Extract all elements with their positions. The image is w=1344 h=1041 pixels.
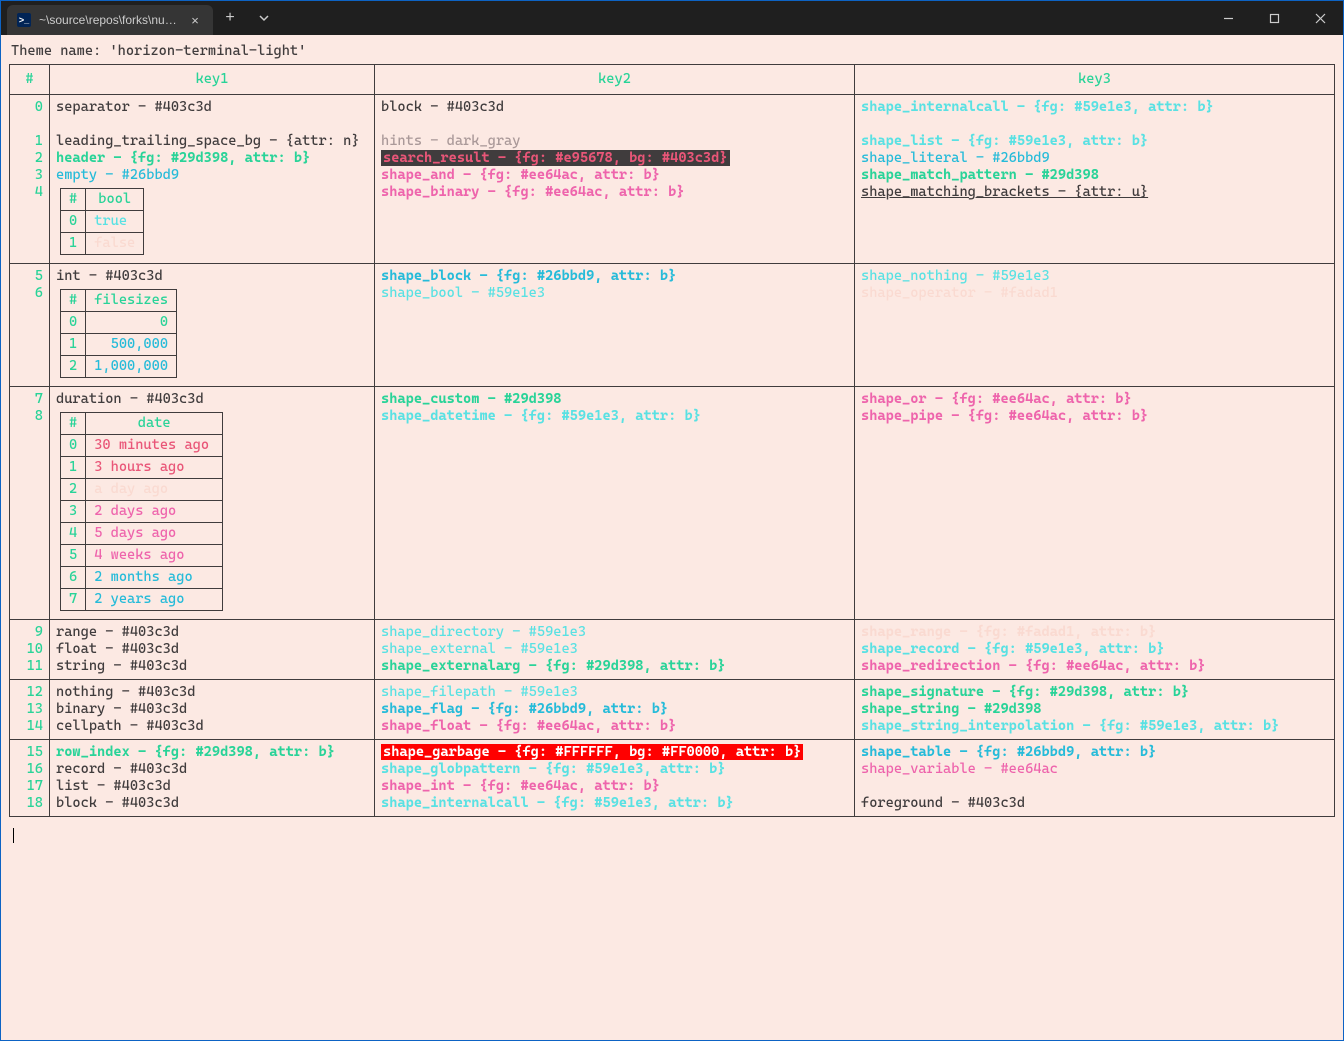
tab-close-button[interactable]: × [187, 12, 203, 28]
theme-table: # key1 key2 key3 0 1 2 3 [9, 64, 1335, 817]
close-icon [1315, 13, 1326, 24]
table-row: 15 16 17 18 row_index - {fg: #29d398, at… [10, 740, 1335, 817]
theme-name-line: Theme name: 'horizon-terminal-light' [11, 43, 1335, 60]
prompt-line[interactable] [13, 827, 1335, 844]
table-row: 9 10 11 range - #403c3d float - #403c3d … [10, 620, 1335, 680]
bool-table: #bool 0true 1false [60, 188, 144, 255]
table-row: 0 1 2 3 4 separator - #403c3d leadin [10, 95, 1335, 264]
header-num: # [10, 65, 50, 95]
close-button[interactable] [1297, 1, 1343, 35]
titlebar[interactable]: >_ ~\source\repos\forks\nu_scrip × + [1, 1, 1343, 35]
maximize-icon [1269, 13, 1280, 24]
chevron-down-icon [259, 13, 269, 23]
tab-active[interactable]: >_ ~\source\repos\forks\nu_scrip × [7, 5, 213, 35]
table-row: 12 13 14 nothing - #403c3d binary - #403… [10, 680, 1335, 740]
header-key2: key2 [375, 65, 855, 95]
terminal-window: >_ ~\source\repos\forks\nu_scrip × + The… [0, 0, 1344, 1041]
table-row: 5 6 int - #403c3d #filesizes 00 1500,0 [10, 264, 1335, 387]
titlebar-drag-region[interactable] [281, 1, 1205, 35]
date-table: #date 030 minutes ago 13 hours ago 2a da… [60, 412, 223, 611]
table-row: 7 8 duration - #403c3d #date 030 minutes… [10, 387, 1335, 620]
header-key3: key3 [855, 65, 1335, 95]
filesize-table: #filesizes 00 1500,000 21,000,000 [60, 289, 177, 378]
maximize-button[interactable] [1251, 1, 1297, 35]
minimize-icon [1223, 13, 1234, 24]
new-tab-button[interactable]: + [213, 1, 247, 35]
terminal-content[interactable]: Theme name: 'horizon-terminal-light' # k… [1, 35, 1343, 1040]
tab-title: ~\source\repos\forks\nu_scrip [39, 13, 179, 27]
cursor-icon [13, 828, 14, 843]
tab-dropdown-button[interactable] [247, 1, 281, 35]
header-key1: key1 [50, 65, 375, 95]
minimize-button[interactable] [1205, 1, 1251, 35]
powershell-icon: >_ [17, 13, 31, 27]
